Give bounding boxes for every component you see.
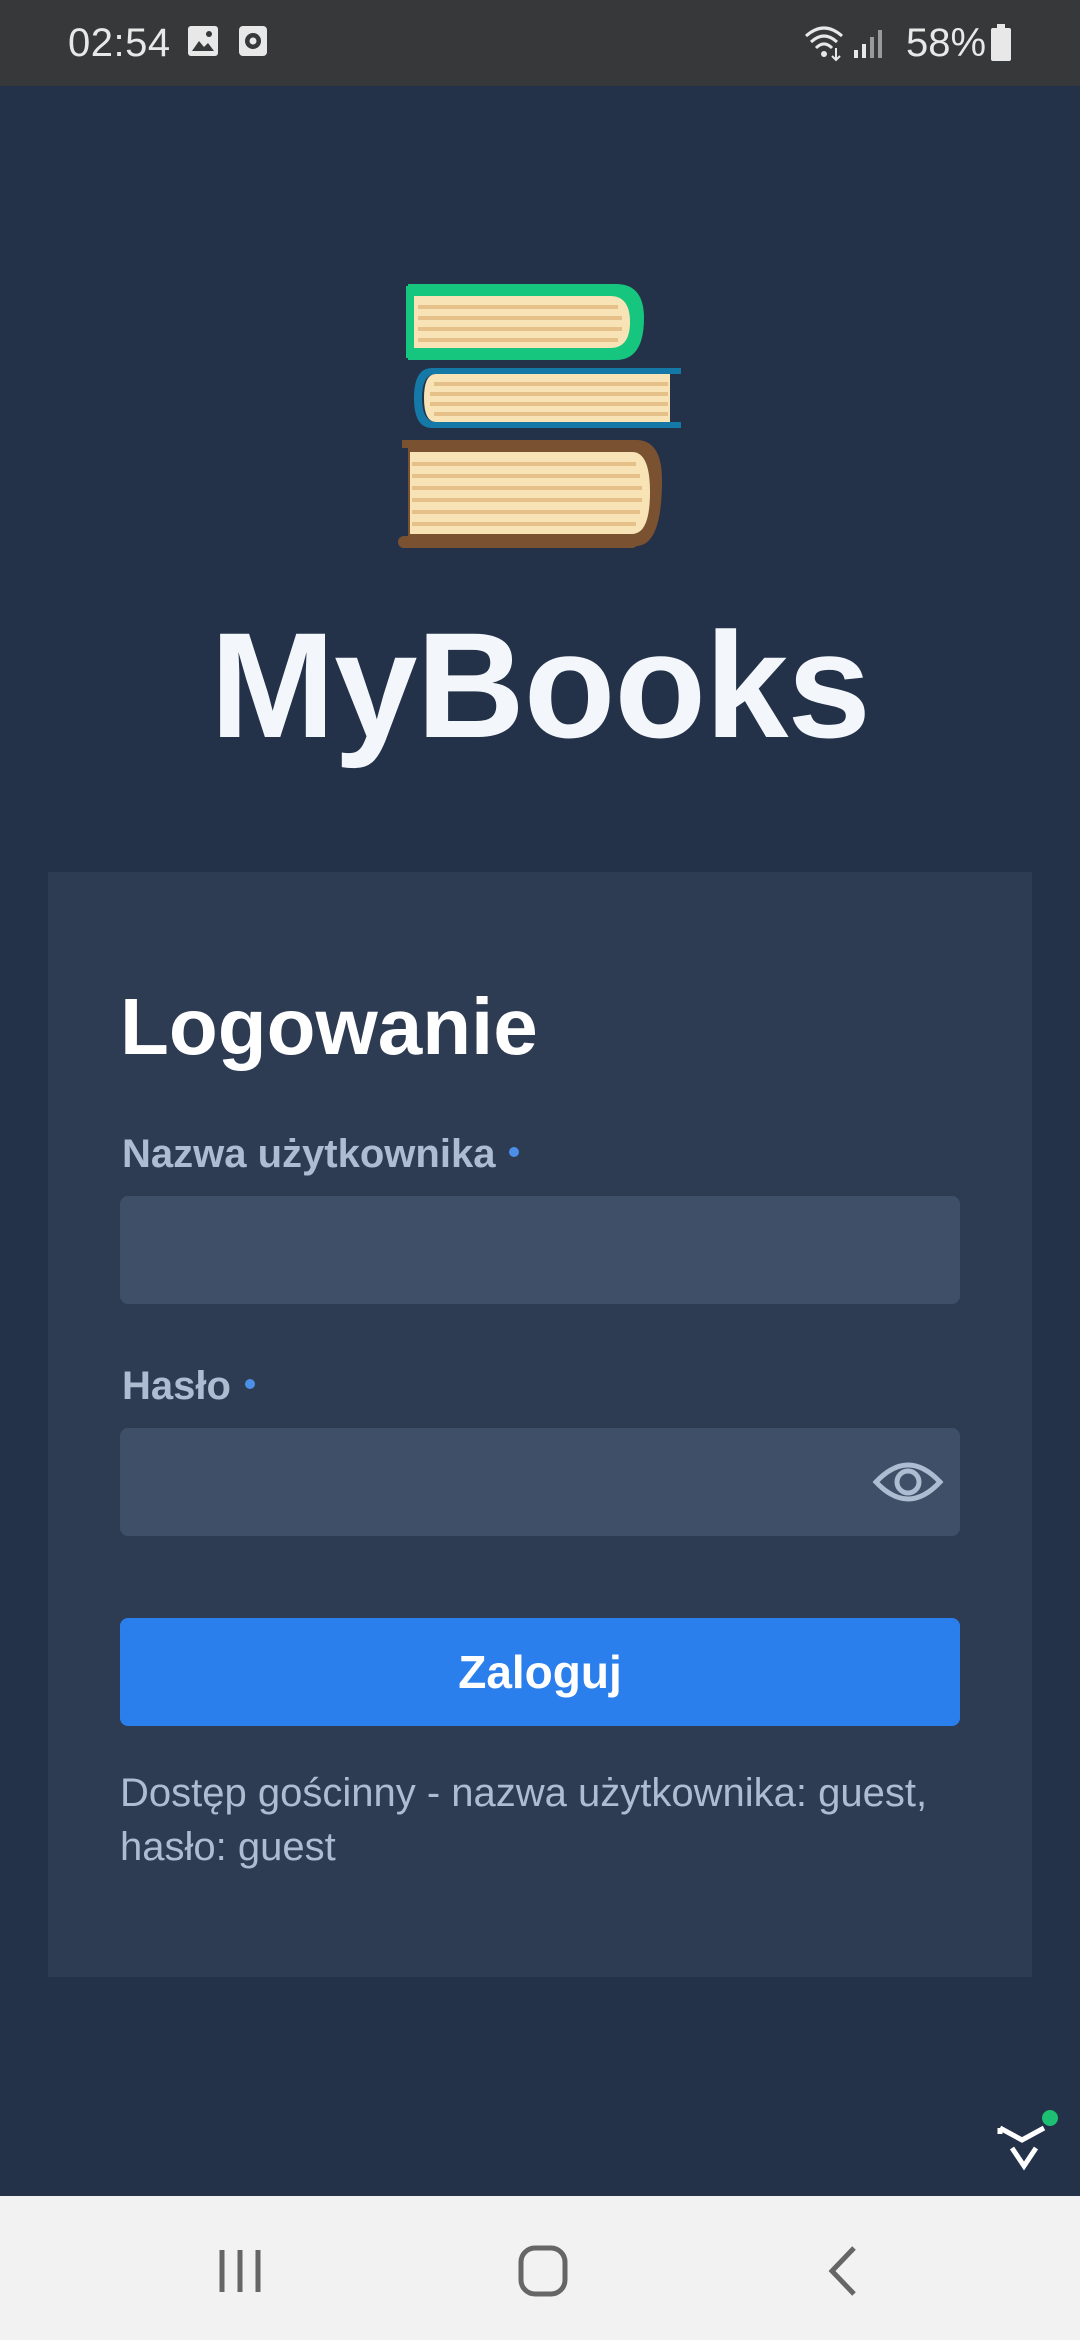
login-card: Logowanie Nazwa użytkownika Hasło Zalogu… bbox=[48, 872, 1032, 1977]
system-nav-bar bbox=[0, 2196, 1080, 2340]
username-input[interactable] bbox=[120, 1196, 960, 1304]
book-stack-icon bbox=[398, 284, 681, 548]
username-label-text: Nazwa użytkownika bbox=[122, 1132, 496, 1176]
vite-devtools-icon[interactable] bbox=[994, 2108, 1060, 2174]
image-icon bbox=[188, 26, 218, 56]
recent-apps-icon[interactable] bbox=[200, 2236, 280, 2306]
back-icon[interactable] bbox=[806, 2236, 886, 2306]
required-indicator bbox=[244, 1379, 255, 1390]
signal-icon bbox=[854, 30, 882, 58]
app-title: MyBooks bbox=[210, 601, 871, 769]
login-heading: Logowanie bbox=[120, 982, 538, 1071]
recorder-icon bbox=[239, 26, 267, 56]
status-bar: 02:54 58% bbox=[0, 0, 1080, 86]
status-time: 02:54 bbox=[68, 21, 171, 65]
required-indicator bbox=[509, 1147, 520, 1158]
show-password-eye-icon[interactable] bbox=[868, 1452, 948, 1512]
username-label: Nazwa użytkownika bbox=[122, 1130, 520, 1178]
password-label-text: Hasło bbox=[122, 1364, 231, 1408]
password-label: Hasło bbox=[122, 1362, 255, 1410]
guest-access-hint: Dostęp gościnny - nazwa użytkownika: gue… bbox=[120, 1771, 928, 1869]
battery-percent: 58% bbox=[906, 21, 987, 65]
login-button[interactable]: Zaloguj bbox=[120, 1618, 960, 1726]
home-icon[interactable] bbox=[503, 2236, 583, 2306]
wifi-icon bbox=[805, 26, 843, 62]
battery-icon bbox=[991, 24, 1011, 61]
password-input[interactable] bbox=[120, 1428, 960, 1536]
